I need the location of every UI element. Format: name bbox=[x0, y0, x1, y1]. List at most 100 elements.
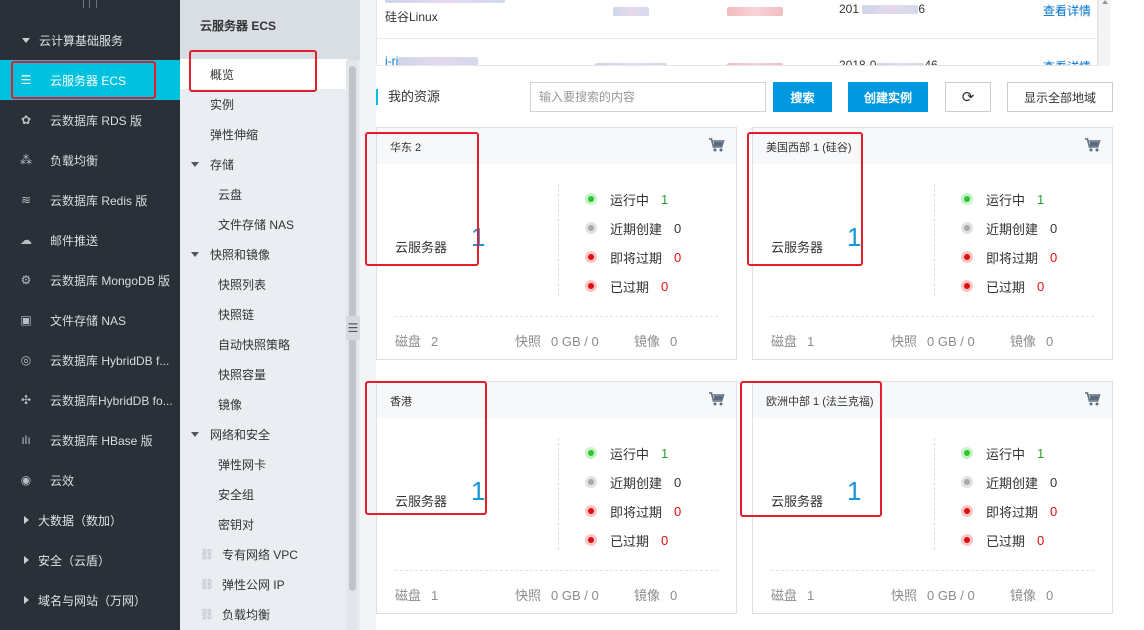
sidebar-item-mongodb[interactable]: ⚙ 云数据库 MongoDB 版 bbox=[0, 260, 180, 300]
status-recent[interactable]: 近期创建 0 bbox=[585, 472, 681, 492]
subnav-item[interactable]: 概览 bbox=[180, 59, 348, 89]
status-running[interactable]: 运行中 1 bbox=[585, 189, 668, 209]
status-running[interactable]: 运行中 1 bbox=[961, 443, 1044, 463]
status-recent[interactable]: 近期创建 0 bbox=[961, 472, 1057, 492]
cart-icon[interactable] bbox=[1084, 137, 1101, 153]
refresh-button[interactable]: ⟳ bbox=[945, 82, 991, 112]
subnav-item[interactable]: 自动快照策略 bbox=[180, 329, 348, 359]
status-expired[interactable]: 已过期 0 bbox=[961, 530, 1044, 550]
sidebar-item-hybriddb[interactable]: ◎ 云数据库 HybridDB f... bbox=[0, 340, 180, 380]
status-count: 0 bbox=[1050, 474, 1058, 490]
status-expiring[interactable]: 即将过期 0 bbox=[585, 247, 681, 267]
collapse-nav-icon[interactable]: ☰ bbox=[346, 316, 360, 340]
subnav-item[interactable]: 网络和安全 bbox=[180, 419, 348, 449]
status-expired[interactable]: 已过期 0 bbox=[585, 276, 668, 296]
sidebar-item-load-balancer[interactable]: ⁂ 负载均衡 bbox=[0, 140, 180, 180]
subnav-item[interactable]: 实例 bbox=[180, 89, 348, 119]
subnav-item[interactable]: 快照和镜像 bbox=[180, 239, 348, 269]
snapshot-stat[interactable]: 快照 0 GB / 0 bbox=[891, 585, 975, 604]
image-stat[interactable]: 镜像 0 bbox=[1010, 331, 1053, 350]
snapshot-stat[interactable]: 快照 0 GB / 0 bbox=[515, 331, 599, 350]
sidebar-item-hbase[interactable]: ılı 云数据库 HBase 版 bbox=[0, 420, 180, 460]
yunxiao-icon: ◉ bbox=[20, 473, 32, 487]
region-name: 香港 bbox=[390, 396, 412, 408]
server-count[interactable]: 1 bbox=[847, 476, 861, 507]
status-running[interactable]: 运行中 1 bbox=[585, 443, 668, 463]
subnav-item[interactable]: 密钥对 bbox=[180, 509, 348, 539]
sidebar-group-cloud-basic[interactable]: 云计算基础服务 bbox=[0, 20, 180, 60]
disk-stat[interactable]: 磁盘 1 bbox=[771, 331, 814, 350]
region-card[interactable]: 华东 2 云服务器 1 运行中 1 近期创建 0 即将过期 0 已过期 0 磁盘 2 快照 0 GB / 0… bbox=[376, 127, 737, 360]
sidebar-item-redis[interactable]: ≋ 云数据库 Redis 版 bbox=[0, 180, 180, 220]
image-stat[interactable]: 镜像 0 bbox=[634, 585, 677, 604]
subnav-item[interactable]: 文件存储 NAS bbox=[180, 209, 348, 239]
subnav-item[interactable]: 快照链 bbox=[180, 299, 348, 329]
sidebar-item-mail-push[interactable]: ☁ 邮件推送 bbox=[0, 220, 180, 260]
status-expiring[interactable]: 即将过期 0 bbox=[961, 501, 1057, 521]
subnav-item[interactable]: 快照列表 bbox=[180, 269, 348, 299]
chevron-right-icon bbox=[24, 556, 29, 564]
search-input[interactable] bbox=[530, 82, 766, 112]
region-card[interactable]: 美国西部 1 (硅谷) 云服务器 1 运行中 1 近期创建 0 即将过期 0 已过期 0 磁盘 1 快照 0… bbox=[752, 127, 1113, 360]
image-stat[interactable]: 镜像 0 bbox=[634, 331, 677, 350]
region-card[interactable]: 欧洲中部 1 (法兰克福) 云服务器 1 运行中 1 近期创建 0 即将过期 0 已过期 0 磁盘 1 快… bbox=[752, 381, 1113, 614]
disk-stat[interactable]: 磁盘 1 bbox=[395, 585, 438, 604]
subnav-item[interactable]: ⛓ 专有网络 VPC bbox=[180, 539, 348, 569]
region-card[interactable]: 香港 云服务器 1 运行中 1 近期创建 0 即将过期 0 已过期 0 磁盘 1 快照 0 GB / 0 镜像… bbox=[376, 381, 737, 614]
cart-icon[interactable] bbox=[1084, 391, 1101, 407]
mail-push-icon: ☁ bbox=[20, 233, 32, 247]
status-running[interactable]: 运行中 1 bbox=[961, 189, 1044, 209]
disk-stat[interactable]: 磁盘 2 bbox=[395, 331, 438, 350]
sidebar-group-bigdata[interactable]: 大数据（数加） bbox=[0, 500, 180, 540]
status-expiring[interactable]: 即将过期 0 bbox=[961, 247, 1057, 267]
subnav-item[interactable]: ⛓ 负载均衡 bbox=[180, 599, 348, 629]
subnav-item-label: 实例 bbox=[210, 97, 235, 112]
nas-icon: ▣ bbox=[20, 313, 32, 327]
table-row[interactable]: i-rj 2018-046 查看详情 bbox=[377, 48, 1097, 65]
status-expired[interactable]: 已过期 0 bbox=[961, 276, 1044, 296]
sidebar-group-security[interactable]: 安全（云盾） bbox=[0, 540, 180, 580]
view-details-link[interactable]: 查看详情 bbox=[1043, 58, 1091, 65]
subnav-item[interactable]: 安全组 bbox=[180, 479, 348, 509]
server-count[interactable]: 1 bbox=[471, 222, 485, 253]
sidebar-item-rds[interactable]: ✿ 云数据库 RDS 版 bbox=[0, 100, 180, 140]
server-count[interactable]: 1 bbox=[471, 476, 485, 507]
status-recent[interactable]: 近期创建 0 bbox=[585, 218, 681, 238]
status-expired[interactable]: 已过期 0 bbox=[585, 530, 668, 550]
region-name: 欧洲中部 1 (法兰克福) bbox=[766, 396, 874, 408]
sidebar-item-server[interactable]: ☰ 云服务器 ECS bbox=[0, 60, 180, 100]
table-row[interactable]: 硅谷Linux 201 6 查看详情 bbox=[377, 0, 1097, 26]
subnav-item[interactable]: 弹性网卡 bbox=[180, 449, 348, 479]
show-all-regions-button[interactable]: 显示全部地域 bbox=[1007, 82, 1113, 112]
subnav-item[interactable]: 云盘 bbox=[180, 179, 348, 209]
snapshot-stat[interactable]: 快照 0 GB / 0 bbox=[515, 585, 599, 604]
server-count[interactable]: 1 bbox=[847, 222, 861, 253]
table-scrollbar[interactable] bbox=[1098, 0, 1110, 66]
sidebar-item-nas[interactable]: ▣ 文件存储 NAS bbox=[0, 300, 180, 340]
search-button[interactable]: 搜索 bbox=[773, 82, 832, 112]
cart-icon[interactable] bbox=[708, 391, 725, 407]
subnav-item-label: 快照容量 bbox=[218, 367, 267, 382]
snapshot-stat[interactable]: 快照 0 GB / 0 bbox=[891, 331, 975, 350]
sidebar-grip-icon[interactable] bbox=[83, 0, 97, 8]
status-expiring[interactable]: 即将过期 0 bbox=[585, 501, 681, 521]
image-stat[interactable]: 镜像 0 bbox=[1010, 585, 1053, 604]
subnav-item[interactable]: 存储 bbox=[180, 149, 348, 179]
view-details-link[interactable]: 查看详情 bbox=[1043, 2, 1091, 19]
subnav-item[interactable]: 弹性伸缩 bbox=[180, 119, 348, 149]
region-name: 华东 2 bbox=[390, 142, 422, 154]
sidebar-item-hybriddb-2[interactable]: ✣ 云数据库HybridDB fo... bbox=[0, 380, 180, 420]
sidebar-item-yunxiao[interactable]: ◉ 云效 bbox=[0, 460, 180, 500]
subnav-item[interactable]: 快照容量 bbox=[180, 359, 348, 389]
status-recent[interactable]: 近期创建 0 bbox=[961, 218, 1057, 238]
cart-icon[interactable] bbox=[708, 137, 725, 153]
create-instance-button[interactable]: 创建实例 bbox=[848, 82, 928, 112]
sidebar-group-label: 安全（云盾） bbox=[38, 553, 111, 568]
subnav-item[interactable]: 镜像 bbox=[180, 389, 348, 419]
instance-id-link[interactable]: i-rj bbox=[385, 54, 479, 65]
instance-created: 201 6 bbox=[839, 2, 926, 16]
instance-id-link[interactable] bbox=[385, 0, 505, 6]
disk-stat[interactable]: 磁盘 1 bbox=[771, 585, 814, 604]
subnav-item[interactable]: ⛓ 弹性公网 IP bbox=[180, 569, 348, 599]
sidebar-group-domain[interactable]: 域名与网站（万网） bbox=[0, 580, 180, 620]
